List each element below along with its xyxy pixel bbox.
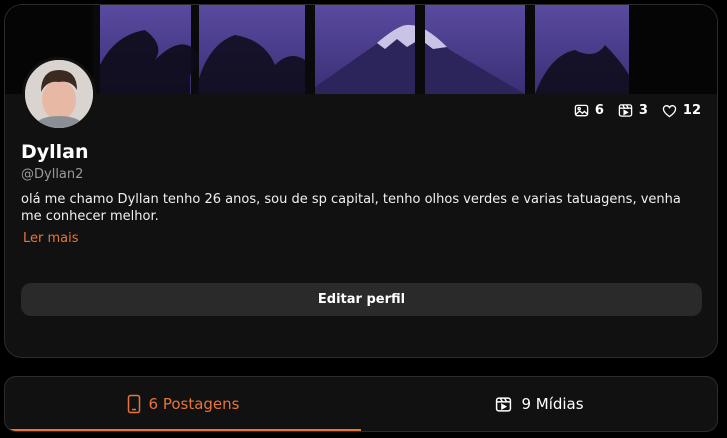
media-icon [494,396,513,413]
profile-handle: @Dyllan2 [21,167,84,182]
likes-stat: 12 [662,103,701,118]
profile-card: 6 3 12 Dyllan @Dyllan2 olá me chamo Dyll… [4,4,718,358]
image-icon [574,103,589,118]
profile-tabs: 6 Postagens 9 Mídias [4,376,718,432]
profile-stats: 6 3 12 [574,103,701,118]
profile-name: Dyllan [21,141,89,163]
tab-posts-label: 6 Postagens [148,395,240,413]
videos-stat: 3 [618,103,648,118]
video-icon [618,103,633,118]
videos-count: 3 [638,103,648,118]
tab-media[interactable]: 9 Mídias [361,377,717,431]
profile-bio: olá me chamo Dyllan tenho 26 anos, sou d… [21,192,681,224]
avatar[interactable] [22,57,96,131]
photos-count: 6 [594,103,604,118]
tab-posts[interactable]: 6 Postagens [5,377,361,431]
cover-image [5,5,717,94]
heart-icon [662,104,677,118]
phone-icon [127,394,141,414]
likes-count: 12 [682,103,701,118]
photos-stat: 6 [574,103,604,118]
edit-profile-button[interactable]: Editar perfil [21,283,702,316]
tab-media-label: 9 Mídias [521,395,584,413]
read-more-link[interactable]: Ler mais [23,231,79,246]
